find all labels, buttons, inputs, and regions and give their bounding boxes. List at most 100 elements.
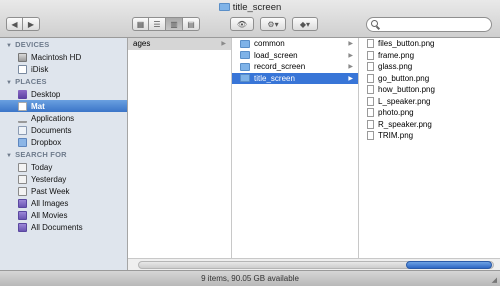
sidebar-item-desktop[interactable]: Desktop — [0, 88, 127, 100]
folder-icon — [240, 74, 250, 83]
sidebar-item-all-documents[interactable]: All Documents — [0, 221, 127, 233]
section-title: PLACES — [15, 77, 47, 86]
column-1[interactable]: ages ▶ — [128, 38, 232, 258]
window-title-text: title_screen — [232, 2, 282, 13]
file-label: TRIM.png — [378, 131, 414, 141]
sidebar-item-applications[interactable]: Applications — [0, 112, 127, 124]
item-label: common — [254, 39, 285, 49]
disclosure-triangle-icon: ▼ — [6, 153, 13, 159]
quick-look-button[interactable]: 👁 — [230, 17, 254, 31]
forward-button[interactable]: ▶ — [23, 17, 40, 31]
image-file-icon — [367, 62, 374, 72]
image-file-icon — [367, 108, 374, 118]
file-item[interactable]: files_button.png — [359, 38, 500, 50]
sidebar-item-past-week[interactable]: Past Week — [0, 185, 127, 197]
resize-grip-icon[interactable]: ◢ — [492, 276, 497, 284]
sidebar-item-mat[interactable]: Mat — [0, 100, 127, 112]
toolbar: title_screen ◀ ▶ ▦ ☰ ▥ ▤ 👁 ⚙▾ ◆▾ — [0, 0, 500, 38]
sidebar-section-header[interactable]: ▼ PLACES — [0, 75, 127, 88]
dropbox-menu-button[interactable]: ◆▾ — [292, 17, 318, 31]
sidebar-section-header[interactable]: ▼ DEVICES — [0, 38, 127, 51]
icon-view-button[interactable]: ▦ — [132, 17, 149, 31]
chevron-right-icon: ▶ — [221, 41, 226, 48]
list-item[interactable]: load_screen ▶ — [232, 50, 358, 62]
sidebar-item-label: Applications — [31, 113, 75, 123]
icon-view-icon: ▦ — [136, 19, 145, 29]
file-item[interactable]: glass.png — [359, 61, 500, 73]
file-label: glass.png — [378, 62, 413, 72]
column-3[interactable]: files_button.png frame.png glass.png go_… — [359, 38, 500, 258]
sidebar-item-idisk[interactable]: iDisk — [0, 63, 127, 75]
chevron-right-icon: ▶ — [348, 41, 353, 48]
coverflow-view-button[interactable]: ▤ — [183, 17, 200, 31]
sidebar-item-today[interactable]: Today — [0, 161, 127, 173]
action-menu-button[interactable]: ⚙▾ — [260, 17, 286, 31]
file-item[interactable]: photo.png — [359, 107, 500, 119]
sidebar-item-all-movies[interactable]: All Movies — [0, 209, 127, 221]
sidebar-item-label: iDisk — [31, 64, 49, 74]
file-label: files_button.png — [378, 39, 435, 49]
image-file-icon — [367, 131, 374, 141]
back-button[interactable]: ◀ — [6, 17, 23, 31]
file-item[interactable]: L_speaker.png — [359, 96, 500, 108]
file-item[interactable]: TRIM.png — [359, 130, 500, 142]
idisk-icon — [18, 64, 27, 74]
home-icon — [18, 101, 27, 111]
image-file-icon — [367, 73, 374, 83]
sidebar-item-label: All Images — [31, 198, 69, 208]
sidebar-item-label: Dropbox — [31, 137, 62, 147]
scrollbar-thumb[interactable] — [406, 261, 492, 269]
disclosure-triangle-icon: ▼ — [6, 80, 13, 86]
file-item[interactable]: go_button.png — [359, 73, 500, 85]
file-item[interactable]: frame.png — [359, 50, 500, 62]
item-label: load_screen — [254, 50, 298, 60]
horizontal-scrollbar[interactable] — [128, 258, 500, 270]
gear-icon: ⚙▾ — [267, 19, 279, 29]
file-label: frame.png — [378, 50, 415, 60]
search-field[interactable] — [366, 17, 492, 32]
file-item[interactable]: how_button.png — [359, 84, 500, 96]
list-item[interactable]: common ▶ — [232, 38, 358, 50]
dropbox-icon: ◆▾ — [299, 19, 311, 29]
sidebar-section-header[interactable]: ▼ SEARCH FOR — [0, 148, 127, 161]
image-file-icon — [367, 119, 374, 129]
sidebar-item-documents[interactable]: Documents — [0, 124, 127, 136]
list-view-button[interactable]: ☰ — [149, 17, 166, 31]
column-view-button[interactable]: ▥ — [166, 17, 183, 31]
list-item-selected[interactable]: title_screen ▶ — [232, 72, 358, 84]
smart-folder-icon — [18, 222, 27, 232]
chevron-right-icon: ▶ — [348, 52, 353, 59]
dropbox-icon — [18, 137, 27, 147]
sidebar-item-label: Macintosh HD — [31, 52, 82, 62]
image-file-icon — [367, 96, 374, 106]
status-bar: 9 items, 90.05 GB available ◢ — [0, 270, 500, 286]
folder-icon — [240, 62, 250, 71]
clock-icon — [18, 162, 27, 172]
smart-folder-icon — [18, 210, 27, 220]
desktop-icon — [18, 89, 27, 99]
sidebar-item-label: Desktop — [31, 89, 61, 99]
status-text: 9 items, 90.05 GB available — [201, 274, 299, 283]
file-item[interactable]: R_speaker.png — [359, 119, 500, 131]
sidebar-item-dropbox[interactable]: Dropbox — [0, 136, 127, 148]
sidebar-item-label: Mat — [31, 101, 45, 111]
image-file-icon — [367, 39, 374, 49]
list-item[interactable]: ages ▶ — [128, 38, 231, 50]
clock-icon — [18, 174, 27, 184]
chevron-right-icon: ▶ — [348, 75, 353, 82]
hard-disk-icon — [18, 52, 27, 62]
sidebar-item-macintosh-hd[interactable]: Macintosh HD — [0, 51, 127, 63]
nav-buttons: ◀ ▶ — [6, 17, 40, 31]
file-label: how_button.png — [378, 85, 435, 95]
list-item[interactable]: record_screen ▶ — [232, 61, 358, 73]
column-2[interactable]: common ▶ load_screen ▶ record_screen ▶ titl… — [232, 38, 359, 258]
applications-icon — [18, 114, 27, 123]
file-label: L_speaker.png — [378, 96, 431, 106]
sidebar-item-label: Documents — [31, 125, 72, 135]
sidebar-item-all-images[interactable]: All Images — [0, 197, 127, 209]
sidebar-item-label: Yesterday — [31, 174, 67, 184]
sidebar-item-yesterday[interactable]: Yesterday — [0, 173, 127, 185]
view-switcher: ▦ ☰ ▥ ▤ — [132, 17, 200, 31]
search-input[interactable] — [381, 19, 486, 30]
finder-window: title_screen ◀ ▶ ▦ ☰ ▥ ▤ 👁 ⚙▾ ◆▾ ▼ DEVICE… — [0, 0, 500, 286]
